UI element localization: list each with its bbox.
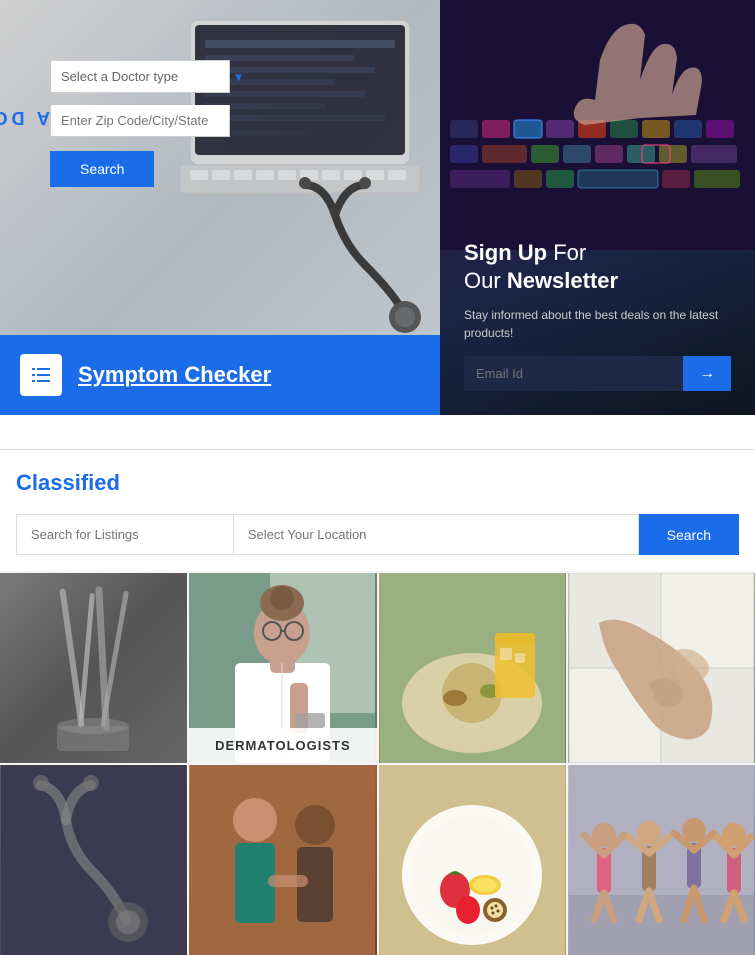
email-row: → (464, 356, 731, 391)
grid-cell-3-bg (379, 573, 566, 763)
classified-search-row: Search (16, 514, 739, 555)
massage-svg (569, 573, 754, 763)
keyboard-hands-overlay (440, 0, 755, 250)
top-section: FIND A DOCTOR Select a Doctor type Searc… (0, 0, 755, 415)
grid-cell-1[interactable] (0, 573, 187, 763)
image-grid: DERMATOLOGISTS (0, 573, 755, 955)
classified-title: Classified (16, 470, 739, 496)
grid-cell-3[interactable] (379, 573, 566, 763)
zip-input[interactable] (50, 105, 230, 137)
grid-cell-5[interactable] (0, 765, 187, 955)
grid-cell-6[interactable] (189, 765, 376, 955)
symptom-checker-link[interactable]: Symptom Checker (78, 362, 271, 388)
dark-svg (1, 765, 186, 955)
grid-cell-8[interactable] (568, 765, 755, 955)
signup-title: Sign Up For Our Newsletter (464, 239, 731, 296)
find-doctor-search-button[interactable]: Search (50, 151, 154, 187)
dermatologist-label: DERMATOLOGISTS (189, 728, 376, 763)
doctor-type-wrapper: Select a Doctor type (50, 60, 250, 93)
grid-cell-1-bg (0, 573, 187, 763)
grid-cell-6-bg (189, 765, 376, 955)
grid-cell-7-bg (379, 765, 566, 955)
fitness-svg (569, 765, 754, 955)
classified-search-button[interactable]: Search (639, 514, 739, 555)
email-submit-button[interactable]: → (683, 356, 731, 391)
grid-cell-7[interactable] (379, 765, 566, 955)
location-input[interactable] (234, 514, 639, 555)
find-doctor-panel: FIND A DOCTOR Select a Doctor type Searc… (0, 0, 440, 415)
food-svg (380, 573, 565, 763)
signup-description: Stay informed about the best deals on th… (464, 306, 731, 342)
doctor-type-select[interactable]: Select a Doctor type (50, 60, 230, 93)
grid-cell-2[interactable]: DERMATOLOGISTS (189, 573, 376, 763)
symptom-bar: Symptom Checker (0, 335, 440, 415)
healthy-food-svg (380, 765, 565, 955)
listing-search-input[interactable] (16, 514, 234, 555)
find-doctor-form: Select a Doctor type Search (50, 60, 250, 187)
grid-cell-8-bg (568, 765, 755, 955)
person-doctor-svg (190, 765, 375, 955)
grid-cell-4-bg (568, 573, 755, 763)
stethoscope-illustration (265, 165, 435, 335)
list-icon (29, 363, 53, 387)
grid-cell-4[interactable] (568, 573, 755, 763)
newsletter-content: Sign Up For Our Newsletter Stay informed… (464, 239, 731, 391)
email-input[interactable] (464, 356, 683, 391)
grid-cell-5-bg (0, 765, 187, 955)
keyboard-svg (440, 0, 755, 250)
classified-section: Classified Search (0, 450, 755, 571)
middle-divider (0, 415, 755, 450)
newsletter-panel: Sign Up For Our Newsletter Stay informed… (440, 0, 755, 415)
symptom-checker-icon (20, 354, 62, 396)
tools-svg (49, 578, 139, 758)
